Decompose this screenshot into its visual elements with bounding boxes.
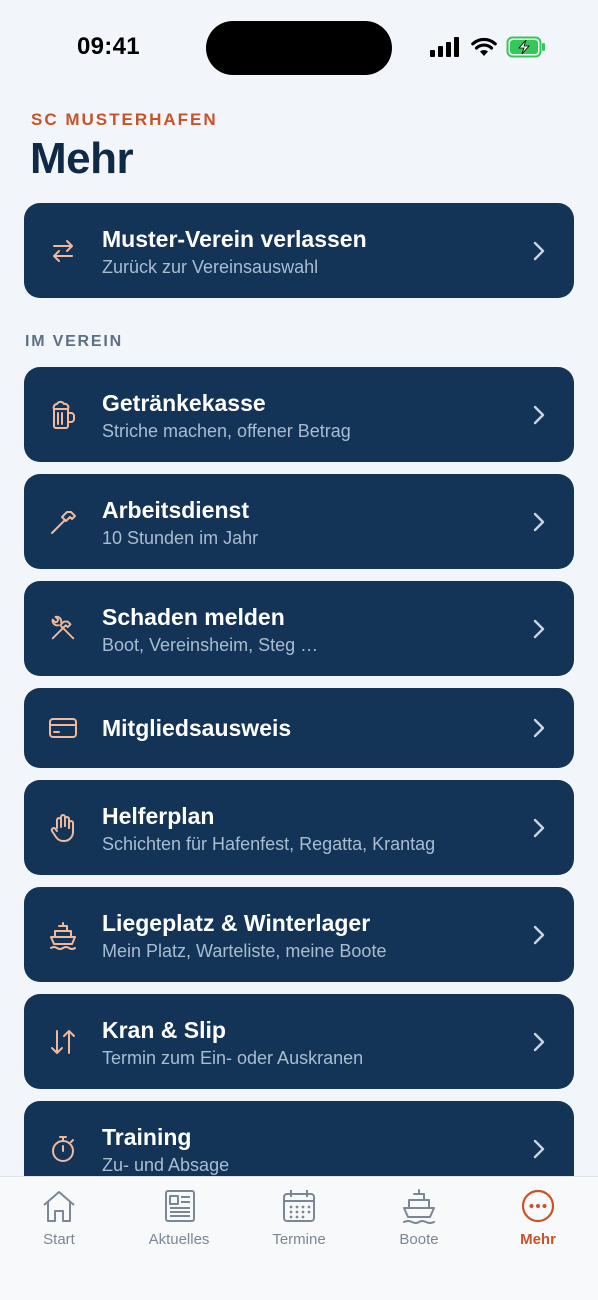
status-time: 09:41 [77, 33, 140, 60]
tab-label: Boote [399, 1231, 439, 1248]
more-icon [521, 1189, 555, 1223]
credit-card-icon [48, 713, 78, 743]
card-title: Liegeplatz & Winterlager [102, 910, 371, 936]
card-title: Mitgliedsausweis [102, 715, 292, 741]
card-title: Helferplan [102, 803, 215, 829]
club-name: SC MUSTERHAFEN [31, 110, 218, 129]
card-title: Kran & Slip [102, 1017, 226, 1043]
chevron-right-icon [533, 512, 545, 531]
tab-start[interactable]: Start [4, 1187, 114, 1248]
tools-icon [48, 614, 78, 644]
chevron-right-icon [533, 405, 545, 424]
dynamic-island [206, 21, 392, 75]
menu-item-kran-slip[interactable]: Kran & Slip Termin zum Ein- oder Auskran… [24, 994, 574, 1089]
swap-arrows-icon [48, 236, 78, 266]
card-title: Getränkekasse [102, 390, 266, 416]
home-icon [43, 1191, 75, 1222]
card-subtitle: Zurück zur Vereinsauswahl [102, 257, 319, 277]
status-icons [430, 36, 546, 58]
status-bar: 09:41 [0, 0, 598, 96]
chevron-right-icon [533, 1139, 545, 1158]
menu-item-mitgliedsausweis[interactable]: Mitgliedsausweis [24, 688, 574, 768]
hammer-icon [48, 507, 78, 537]
card-subtitle: Zu- und Absage [102, 1155, 230, 1175]
ship-icon [403, 1189, 435, 1224]
page-title: Mehr [30, 134, 134, 183]
card-subtitle: Schichten für Hafenfest, Regatta, Kranta… [102, 834, 436, 854]
hand-icon [48, 813, 78, 843]
leave-club-button[interactable]: Muster-Verein verlassen Zurück zur Verei… [24, 203, 574, 298]
card-title: Schaden melden [102, 604, 285, 630]
tab-label: Termine [272, 1231, 326, 1248]
beer-mug-icon [48, 400, 78, 430]
menu-item-arbeitsdienst[interactable]: Arbeitsdienst 10 Stunden im Jahr [24, 474, 574, 569]
card-subtitle: Mein Platz, Warteliste, meine Boote [102, 941, 387, 961]
chevron-right-icon [533, 818, 545, 837]
wifi-icon [471, 37, 497, 56]
tab-termine[interactable]: Termine [244, 1187, 354, 1248]
menu-item-schaden-melden[interactable]: Schaden melden Boot, Vereinsheim, Steg … [24, 581, 574, 676]
tab-mehr[interactable]: Mehr [483, 1187, 593, 1248]
chevron-right-icon [533, 1032, 545, 1051]
tab-bar: Start Aktuelles Termine Boote Mehr [0, 1176, 598, 1300]
tab-label: Mehr [520, 1231, 556, 1248]
menu-item-helferplan[interactable]: Helferplan Schichten für Hafenfest, Rega… [24, 780, 574, 875]
battery-icon [506, 36, 545, 58]
card-subtitle: Termin zum Ein- oder Auskranen [102, 1048, 364, 1068]
chevron-right-icon [533, 619, 545, 638]
menu-item-liegeplatz[interactable]: Liegeplatz & Winterlager Mein Platz, War… [24, 887, 574, 982]
stopwatch-icon [48, 1134, 78, 1164]
chevron-right-icon [533, 718, 545, 738]
tab-label: Aktuelles [148, 1231, 210, 1248]
chevron-right-icon [533, 241, 545, 260]
tab-label: Start [43, 1231, 75, 1248]
chevron-right-icon [533, 925, 545, 944]
newspaper-icon [165, 1190, 195, 1222]
card-subtitle: Boot, Vereinsheim, Steg … [102, 635, 319, 655]
signal-icon [430, 37, 459, 57]
card-title: Muster-Verein verlassen [102, 226, 367, 252]
card-title: Training [102, 1124, 192, 1150]
tab-aktuelles[interactable]: Aktuelles [124, 1187, 234, 1248]
menu-item-getraenkekasse[interactable]: Getränkekasse Striche machen, offener Be… [24, 367, 574, 462]
card-subtitle: 10 Stunden im Jahr [102, 528, 259, 548]
up-down-arrows-icon [48, 1027, 78, 1057]
tab-boote[interactable]: Boote [364, 1187, 474, 1248]
card-title: Arbeitsdienst [102, 497, 249, 523]
calendar-icon [283, 1190, 315, 1222]
card-subtitle: Striche machen, offener Betrag [102, 421, 351, 441]
section-label: IM VEREIN [25, 333, 123, 350]
ship-icon [48, 920, 78, 950]
